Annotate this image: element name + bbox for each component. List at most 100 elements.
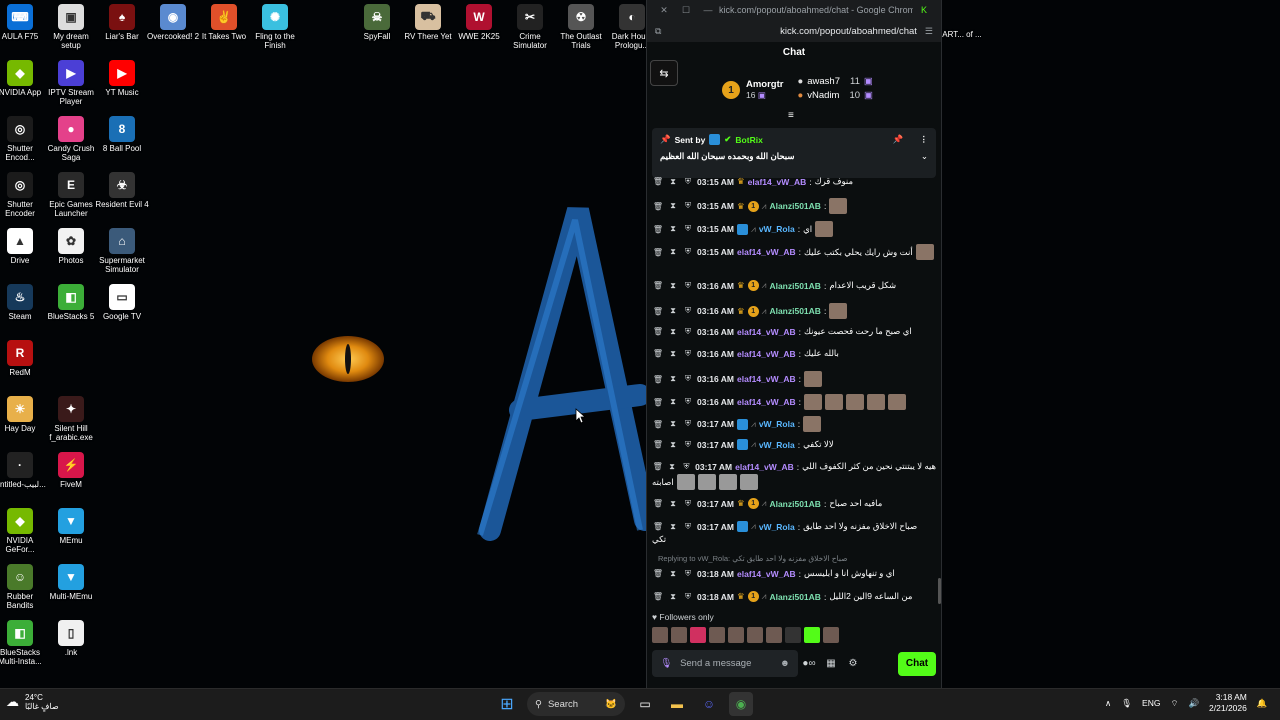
delete-message-icon[interactable]: 🗑 [652,281,664,290]
message-username[interactable]: elaf14_vW_AB [737,327,796,337]
desktop-icon[interactable]: ▯ .lnk [44,616,98,657]
chat-message[interactable]: 🗑 ⧗ ⛨ 03:17 AM ♛ 1 ⩘ Alanzi501AB: مافيه احد صباح [652,498,936,509]
desktop-icon[interactable]: ▶ YT Music [95,56,149,97]
notifications-icon[interactable]: 🔔 [1257,698,1268,709]
timeout-icon[interactable]: ⧗ [667,419,679,429]
ban-icon[interactable]: ⛨ [682,397,694,407]
expand-pinned-icon[interactable]: ⌄ [921,151,928,162]
address-bar[interactable]: ⧉ kick.com/popout/aboahmed/chat ☰ [647,20,941,42]
desktop-icon[interactable]: ⌨ AULA F75 [0,0,47,41]
timeout-icon[interactable]: ⧗ [667,592,679,602]
chat-message[interactable]: 🗑 ⧗ ⛨ 03:17 AM ⩘ vW_Rola: لالا تكفي [652,439,936,450]
ban-icon[interactable]: ⛨ [682,224,694,234]
message-username[interactable]: vW_Rola [759,419,795,429]
desktop-icon[interactable]: ▭ Google TV [95,280,149,321]
timeout-icon[interactable]: ⧗ [667,440,679,450]
close-window-icon[interactable]: ✕ [653,5,675,16]
message-username[interactable]: vW_Rola [759,522,795,532]
emote-item[interactable] [823,627,839,643]
message-username[interactable]: Alanzi501AB [769,281,821,291]
chrome-icon[interactable]: ◉ [729,692,753,716]
maximize-window-icon[interactable]: ☐ [675,5,697,16]
file-explorer-icon[interactable]: ▬ [665,692,689,716]
ban-icon[interactable]: ⛨ [682,247,694,257]
chat-message[interactable]: 🗑 ⧗ ⛨ 03:16 AM ♛ 1 ⩘ Alanzi501AB: [652,303,936,319]
delete-message-icon[interactable]: 🗑 [652,225,664,234]
timeout-icon[interactable]: ⧗ [667,177,679,187]
desktop-icon[interactable]: ☀ Hay Day [0,392,47,433]
desktop-icon[interactable]: ✌ It Takes Two [197,0,251,41]
message-username[interactable]: vW_Rola [759,440,795,450]
timeout-icon[interactable]: ⧗ [667,522,679,532]
message-username[interactable]: vW_Rola [759,224,795,234]
desktop-icon[interactable]: ☢ The Outlast Trials [554,0,608,50]
ban-icon[interactable]: ⛨ [682,522,694,532]
desktop-icon[interactable]: ◎ Shutter Encoder [0,168,47,218]
desktop-icon[interactable]: · Untitled-لبيب... [0,448,47,489]
emote-item[interactable] [728,627,744,643]
desktop-icon[interactable]: ⚡ FiveM [44,448,98,489]
start-button[interactable]: ⊞ [495,692,519,716]
delete-message-icon[interactable]: 🗑 [652,420,664,429]
volume-icon[interactable]: 🔊 [1188,698,1199,709]
store-icon[interactable]: ▦ [820,658,842,669]
ban-icon[interactable]: ⛨ [682,440,694,450]
timeout-icon[interactable]: ⧗ [667,327,679,337]
desktop-icon[interactable]: ☠ SpyFall [350,0,404,41]
emote-item[interactable] [709,627,725,643]
chat-message[interactable]: 🗑 ⧗ ⛨ 03:18 AM elaf14_vW_AB: اي و تنهاوش انا … [652,568,936,579]
ban-icon[interactable]: ⛨ [682,499,694,509]
kicks-icon[interactable]: ●∞ [798,658,820,669]
delete-message-icon[interactable]: 🗑 [652,499,664,508]
timeout-icon[interactable]: ⧗ [666,462,677,472]
chat-message[interactable]: 🗑 ⧗ ⛨ 03:15 AM ♛ elaf14_vW_AB: منوف قرك [652,176,936,187]
desktop-icon[interactable]: ♨ Steam [0,280,47,321]
delete-message-icon[interactable]: 🗑 [652,398,664,407]
taskbar-search[interactable]: ⚲ Search 🐱 [527,692,625,716]
emote-item[interactable] [785,627,801,643]
collapse-leaderboard-icon[interactable]: ≡ [788,110,794,121]
message-input[interactable]: 🎙 Send a message ☻ [652,650,798,677]
ban-icon[interactable]: ⛨ [682,306,694,316]
timeout-icon[interactable]: ⧗ [667,306,679,316]
timeout-icon[interactable]: ⧗ [667,499,679,509]
desktop-icon[interactable]: ⌂ Supermarket Simulator [95,224,149,274]
message-username[interactable]: Alanzi501AB [769,592,821,602]
desktop-icon[interactable]: ▶ IPTV Stream Player [44,56,98,106]
ban-icon[interactable]: ⛨ [682,349,694,359]
desktop-icon[interactable]: ✺ Fling to the Finish [248,0,302,50]
timeout-icon[interactable]: ⧗ [667,569,679,579]
chat-scrollbar[interactable] [938,578,941,604]
desktop-icon[interactable]: ◆ NVIDIA App [0,56,47,97]
desktop-icon[interactable]: ◧ BlueStacks 5 [44,280,98,321]
settings-gear-icon[interactable]: ⚙ [842,658,864,669]
delete-message-icon[interactable]: 🗑 [652,327,664,336]
desktop-icon[interactable]: W WWE 2K25 [452,0,506,41]
desktop-icon[interactable]: ● Candy Crush Saga [44,112,98,162]
show-hidden-icons[interactable]: ∧ [1105,698,1111,709]
timeout-icon[interactable]: ⧗ [667,397,679,407]
desktop-icon[interactable]: ✦ Silent Hill f_arabic.exe [44,392,98,442]
message-username[interactable]: elaf14_vW_AB [737,247,796,257]
url-text[interactable]: kick.com/popout/aboahmed/chat [661,26,924,37]
desktop-icon[interactable]: E Epic Games Launcher [44,168,98,218]
ban-icon[interactable]: ⛨ [682,201,694,211]
message-username[interactable]: elaf14_vW_AB [737,397,796,407]
minimize-window-icon[interactable]: — [697,5,719,15]
delete-message-icon[interactable]: 🗑 [652,462,663,471]
desktop-icon[interactable]: ◉ Overcooked! 2 [146,0,200,41]
emote-item[interactable] [690,627,706,643]
desktop-icon[interactable]: R RedM [0,336,47,377]
desktop-icon[interactable]: ☣ Resident Evil 4 [95,168,149,209]
desktop-icon[interactable]: 8 8 Ball Pool [95,112,149,153]
timeout-icon[interactable]: ⧗ [667,247,679,257]
chat-message[interactable]: 🗑 ⧗ ⛨ 03:16 AM elaf14_vW_AB: اي صبح ما رحت فح… [652,326,936,337]
chat-send-button[interactable]: Chat [898,651,936,676]
desktop-icon[interactable]: ⛟ RV There Yet [401,0,455,41]
clock[interactable]: 3:18 AM 2/21/2026 [1209,692,1247,714]
chat-message[interactable]: 🗑 ⧗ ⛨ 03:15 AM elaf14_vW_AB: أنت وش رايك يحلي… [652,244,936,260]
chat-message[interactable]: 🗑 ⧗ ⛨ 03:17 AM ⩘ vW_Rola: [652,416,936,432]
chat-message[interactable]: 🗑 ⧗ ⛨ 03:16 AM elaf14_vW_AB: [652,394,936,410]
delete-message-icon[interactable]: 🗑 [652,349,664,358]
more-options-icon[interactable]: ⋮ [920,134,929,145]
